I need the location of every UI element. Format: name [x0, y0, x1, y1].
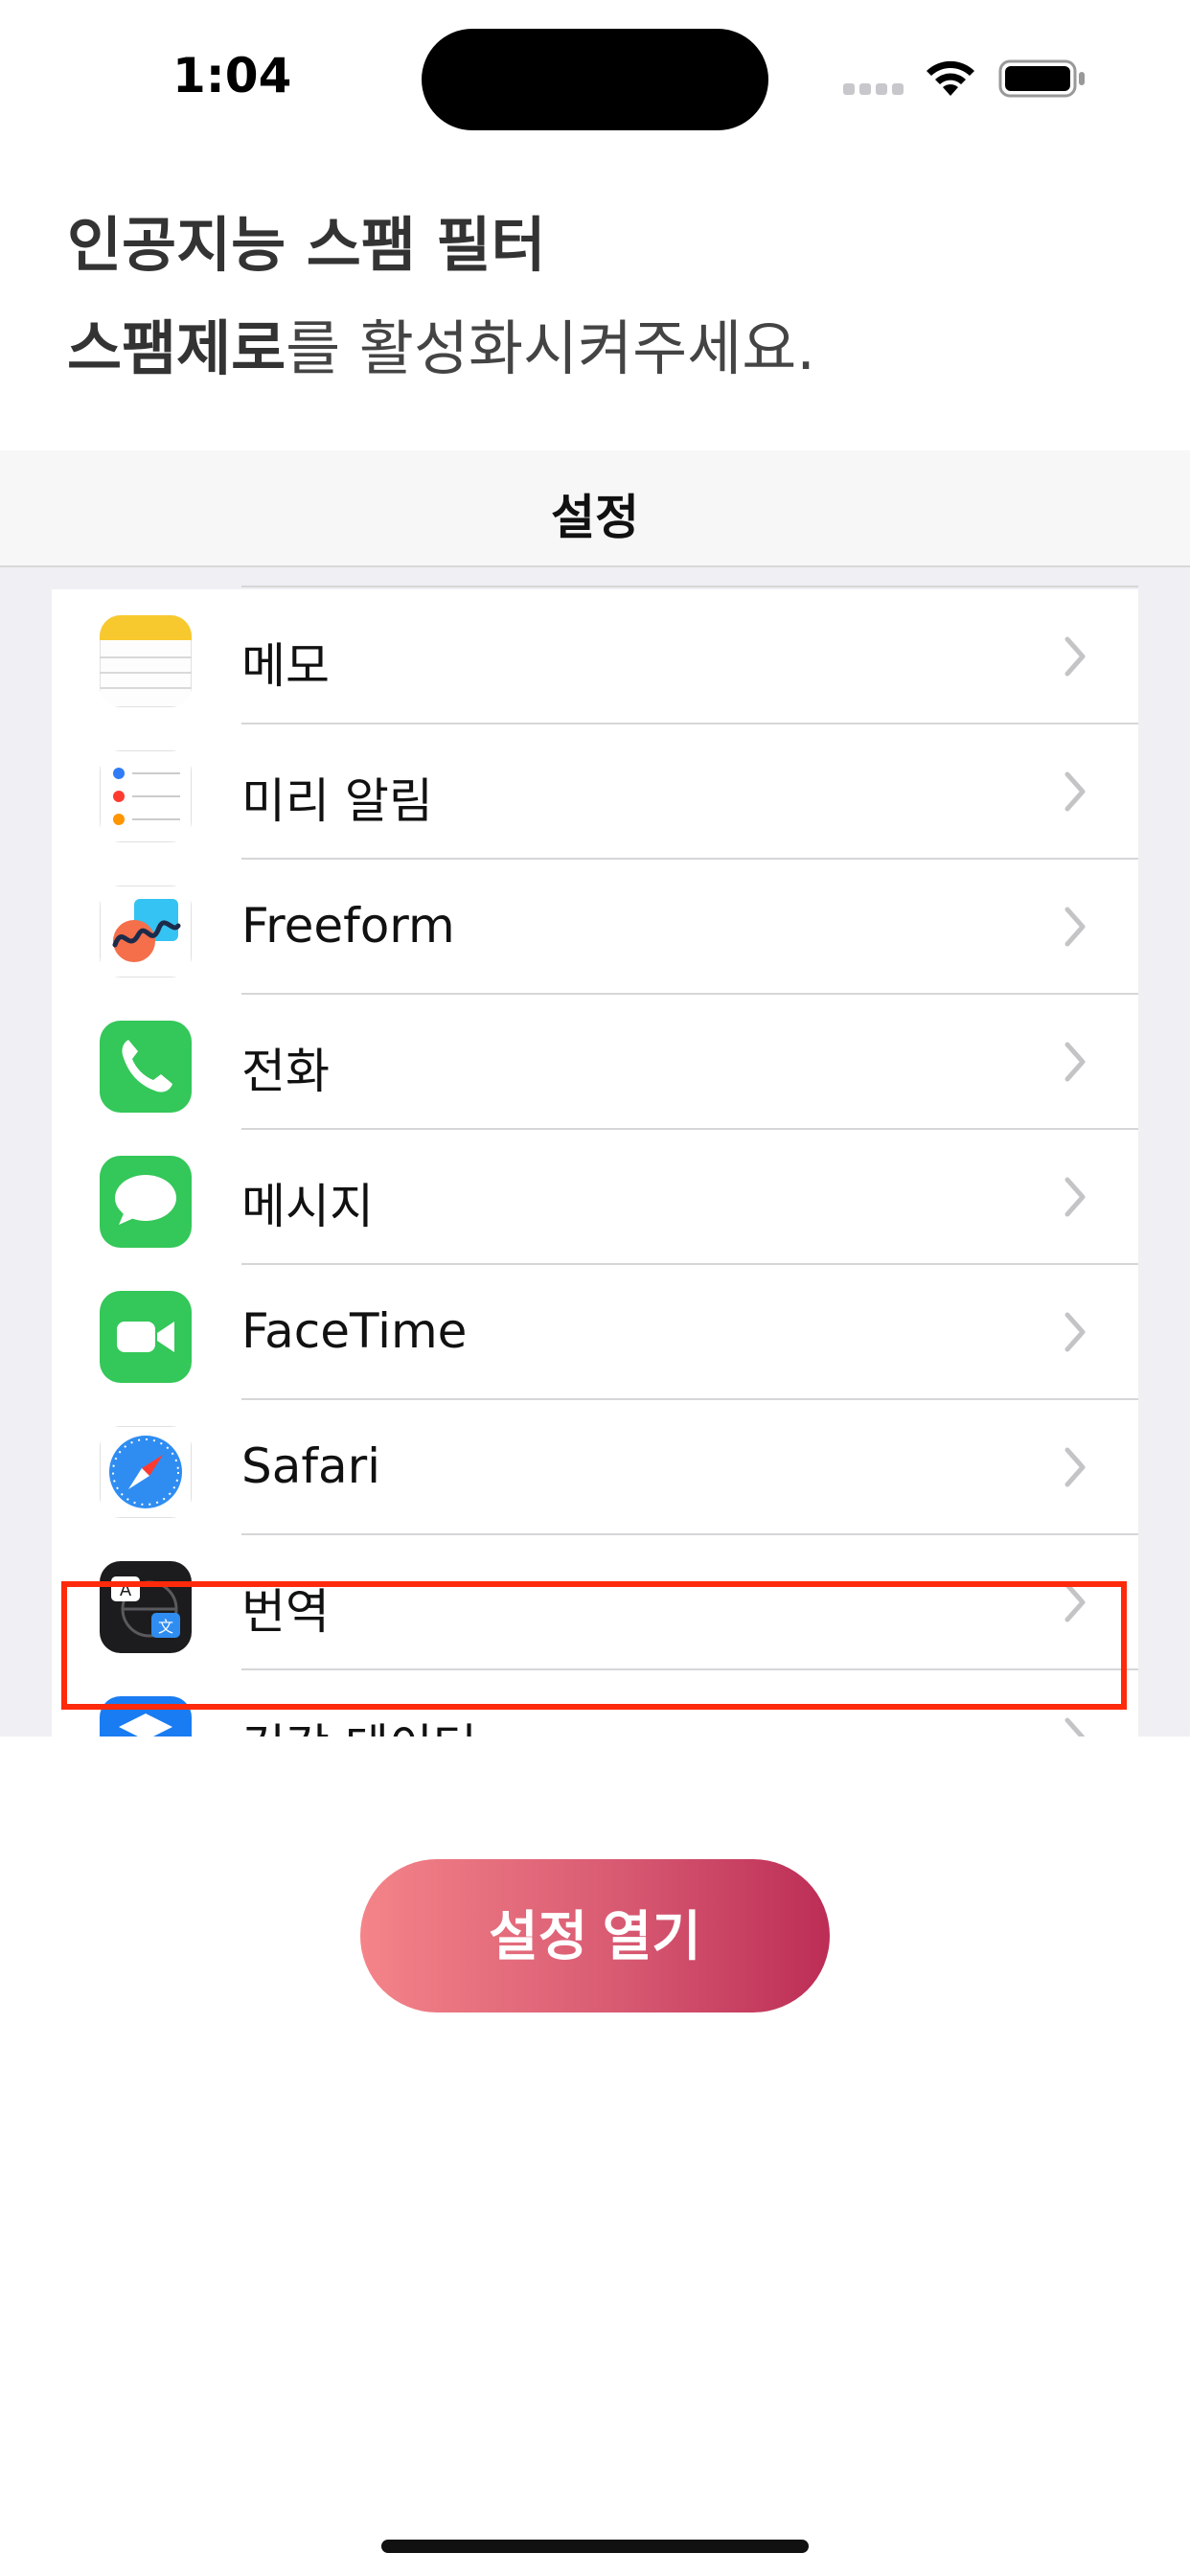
settings-screenshot-preview[interactable]: 설정 메모 미리 알림 Freeform 전화 메시지 FaceTime Saf…: [0, 450, 1190, 1736]
divider: [241, 586, 1138, 587]
facetime-icon: [100, 1291, 192, 1383]
headline-title: 인공지능 스팸 필터: [67, 210, 546, 280]
messages-icon: [100, 1156, 192, 1248]
home-indicator[interactable]: [381, 2540, 809, 2553]
settings-row-label: Freeform: [241, 898, 455, 954]
settings-row-phone[interactable]: 전화: [52, 995, 1138, 1130]
settings-row-label: 전화: [241, 1044, 330, 1099]
settings-row-label: Safari: [241, 1438, 381, 1494]
battery-icon: [998, 59, 1085, 98]
headline: 인공지능 스팸 필터 스팸제로를 활성화시켜주세요.: [67, 201, 815, 393]
chevron-right-icon: [1064, 1042, 1086, 1082]
safari-icon: [100, 1426, 192, 1518]
settings-nav-bar: 설정: [0, 450, 1190, 567]
chevron-right-icon: [1064, 907, 1086, 947]
settings-row-notes[interactable]: 메모: [52, 589, 1138, 724]
chevron-right-icon: [1064, 1177, 1086, 1217]
freeform-icon: [100, 886, 192, 978]
settings-row-messages[interactable]: 메시지: [52, 1130, 1138, 1265]
settings-row-label: FaceTime: [241, 1303, 468, 1359]
chevron-right-icon: [1064, 1447, 1086, 1487]
status-time: 1:04: [172, 48, 292, 104]
settings-row-label: 미리 알림: [241, 773, 433, 829]
phone-icon: [100, 1021, 192, 1113]
app-name: 스팸제로: [67, 313, 286, 383]
messages-highlight-box: [61, 1581, 1127, 1710]
open-settings-button[interactable]: 설정 열기: [360, 1859, 830, 2012]
notes-icon: [100, 615, 192, 707]
reminders-icon: [100, 750, 192, 842]
instruction-text: 를 활성화시켜주세요.: [286, 313, 815, 383]
settings-row-label: 메모: [241, 638, 330, 694]
settings-row-freeform[interactable]: Freeform: [52, 860, 1138, 995]
cellular-signal-icon: [843, 80, 908, 99]
chevron-right-icon: [1064, 1312, 1086, 1352]
settings-app-list: 메모 미리 알림 Freeform 전화 메시지 FaceTime Safari…: [52, 586, 1138, 1736]
settings-row-safari[interactable]: Safari: [52, 1400, 1138, 1535]
settings-row-reminders[interactable]: 미리 알림: [52, 724, 1138, 860]
chevron-right-icon: [1064, 636, 1086, 677]
settings-row-label: 메시지: [241, 1179, 374, 1234]
headline-instruction: 스팸제로를 활성화시켜주세요.: [67, 305, 815, 393]
settings-title: 설정: [551, 490, 639, 545]
wifi-icon: [927, 60, 974, 96]
chevron-right-icon: [1064, 771, 1086, 812]
settings-row-facetime[interactable]: FaceTime: [52, 1265, 1138, 1400]
status-bar: 1:04: [0, 0, 1190, 144]
chevron-right-icon: [1064, 1717, 1086, 1736]
dynamic-island: [422, 29, 768, 130]
settings-row-label: 건강 데이터: [241, 1709, 477, 1736]
